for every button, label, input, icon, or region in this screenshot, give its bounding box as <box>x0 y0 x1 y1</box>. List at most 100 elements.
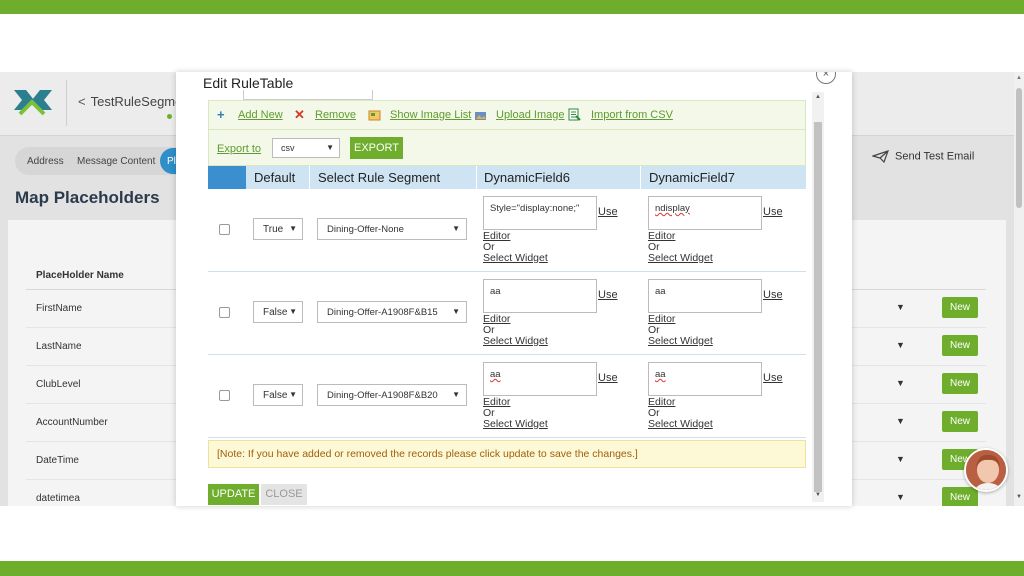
dropdown-caret-icon[interactable]: ▼ <box>896 492 905 502</box>
table-row: False ▼ Dining-Offer-A1908F&B15 ▼ aa Use E… <box>208 272 806 355</box>
chevron-down-icon: ▼ <box>289 224 297 233</box>
add-new-link[interactable]: Add New <box>238 109 283 121</box>
header-divider <box>66 80 67 126</box>
update-button[interactable]: UPDATE <box>208 484 259 505</box>
rule-segment-select[interactable]: Dining-Offer-A1908F&B20 ▼ <box>317 384 467 406</box>
page-title: Map Placeholders <box>15 188 160 207</box>
chevron-down-icon: ▼ <box>326 143 334 152</box>
close-button[interactable]: CLOSE <box>261 484 307 505</box>
export-button[interactable]: EXPORT <box>350 137 403 159</box>
toolbar-divider <box>209 129 805 130</box>
use-link[interactable]: Use <box>763 372 783 384</box>
upload-image-icon[interactable] <box>474 109 487 121</box>
column-divider <box>309 166 310 189</box>
column-header-dynamicfield7: DynamicField7 <box>649 170 735 185</box>
placeholder-name: LastName <box>36 341 82 352</box>
page-scrollbar[interactable]: ▲ ▼ <box>1014 72 1024 506</box>
new-button[interactable]: New <box>942 335 978 356</box>
dynamicfield7-input[interactable]: aa <box>648 279 762 313</box>
placeholder-column-header: PlaceHolder Name <box>36 270 124 281</box>
dynamicfield6-input[interactable]: aa <box>483 279 597 313</box>
rule-segment-select[interactable]: Dining-Offer-A1908F&B15 ▼ <box>317 301 467 323</box>
rule-segment-value: Dining-Offer-A1908F&B15 <box>327 307 438 318</box>
rule-segment-value: Dining-Offer-None <box>327 224 404 235</box>
close-icon[interactable]: × <box>816 72 836 84</box>
step-indicator-dot <box>167 114 172 119</box>
page-scroll-thumb[interactable] <box>1016 88 1022 208</box>
modal-scrollbar[interactable]: ▲ ▼ <box>812 92 824 502</box>
remove-link[interactable]: Remove <box>315 109 356 121</box>
scroll-up-arrow-icon[interactable]: ▲ <box>1016 75 1022 81</box>
scroll-down-arrow-icon[interactable]: ▼ <box>1016 494 1022 500</box>
use-link[interactable]: Use <box>763 206 783 218</box>
default-value: True <box>263 224 284 235</box>
new-button[interactable]: New <box>942 373 978 394</box>
back-link-label: TestRuleSegme <box>90 94 183 109</box>
edit-ruletable-modal: Edit RuleTable × + Add New ✕ Remove Show… <box>176 72 852 506</box>
dynamicfield7-input[interactable]: aa <box>648 362 762 396</box>
modal-scroll-thumb[interactable] <box>814 122 822 492</box>
default-select[interactable]: False ▼ <box>253 384 303 406</box>
new-button[interactable]: New <box>942 297 978 318</box>
use-link[interactable]: Use <box>598 289 618 301</box>
scroll-down-arrow-icon[interactable]: ▼ <box>815 492 821 498</box>
scroll-up-arrow-icon[interactable]: ▲ <box>815 94 821 100</box>
image-list-icon[interactable] <box>368 109 381 121</box>
row-checkbox[interactable] <box>219 390 230 401</box>
tab-message-content[interactable]: Message Content <box>77 156 155 167</box>
row-checkbox[interactable] <box>219 224 230 235</box>
partial-input-field <box>243 90 373 100</box>
new-button[interactable]: New <box>942 487 978 506</box>
dynamicfield7-input[interactable]: ndisplay <box>648 196 762 230</box>
select-widget-link[interactable]: Select Widget <box>648 335 713 347</box>
grid-header-select-cell <box>208 166 246 189</box>
dynamicfield6-input[interactable]: aa <box>483 362 597 396</box>
frame-bottom-bar <box>0 561 1024 576</box>
chevron-down-icon: ▼ <box>452 390 460 399</box>
brand-logo-icon <box>14 90 52 116</box>
new-button[interactable]: New <box>942 411 978 432</box>
select-widget-link[interactable]: Select Widget <box>648 252 713 264</box>
update-note: [Note: If you have added or removed the … <box>208 440 806 468</box>
dropdown-caret-icon[interactable]: ▼ <box>896 378 905 388</box>
tab-address[interactable]: Address <box>27 156 64 167</box>
select-widget-link[interactable]: Select Widget <box>648 418 713 430</box>
back-link[interactable]: < TestRuleSegme <box>78 94 182 109</box>
upload-image-link[interactable]: Upload Image <box>496 109 565 121</box>
default-select[interactable]: True ▼ <box>253 218 303 240</box>
default-value: False <box>263 390 288 401</box>
export-to-link[interactable]: Export to <box>217 143 261 155</box>
placeholder-name: DateTime <box>36 455 79 466</box>
paper-plane-icon <box>870 150 889 164</box>
dropdown-caret-icon[interactable]: ▼ <box>896 340 905 350</box>
column-divider <box>476 166 477 189</box>
import-from-csv-link[interactable]: Import from CSV <box>591 109 673 121</box>
chevron-down-icon: ▼ <box>289 390 297 399</box>
show-image-list-link[interactable]: Show Image List <box>390 109 471 121</box>
use-link[interactable]: Use <box>598 206 618 218</box>
dynamicfield6-input[interactable]: Style="display:none;" <box>483 196 597 230</box>
chevron-left-icon: < <box>78 94 86 109</box>
export-format-select[interactable]: csv ▼ <box>272 138 340 158</box>
use-link[interactable]: Use <box>763 289 783 301</box>
chevron-down-icon: ▼ <box>452 224 460 233</box>
placeholder-name: datetimea <box>36 493 80 504</box>
default-select[interactable]: False ▼ <box>253 301 303 323</box>
column-header-dynamicfield6: DynamicField6 <box>484 170 570 185</box>
import-csv-icon[interactable] <box>568 108 581 121</box>
select-widget-link[interactable]: Select Widget <box>483 335 548 347</box>
remove-x-icon[interactable]: ✕ <box>294 107 305 123</box>
row-checkbox[interactable] <box>219 307 230 318</box>
modal-title: Edit RuleTable <box>203 75 294 91</box>
use-link[interactable]: Use <box>598 372 618 384</box>
dropdown-caret-icon[interactable]: ▼ <box>896 416 905 426</box>
rule-segment-value: Dining-Offer-A1908F&B20 <box>327 390 438 401</box>
send-test-email-button[interactable]: Send Test Email <box>870 150 974 164</box>
select-widget-link[interactable]: Select Widget <box>483 418 548 430</box>
dropdown-caret-icon[interactable]: ▼ <box>896 454 905 464</box>
plus-icon[interactable]: + <box>217 107 225 122</box>
rule-segment-select[interactable]: Dining-Offer-None ▼ <box>317 218 467 240</box>
user-avatar[interactable] <box>964 448 1008 492</box>
dropdown-caret-icon[interactable]: ▼ <box>896 302 905 312</box>
select-widget-link[interactable]: Select Widget <box>483 252 548 264</box>
